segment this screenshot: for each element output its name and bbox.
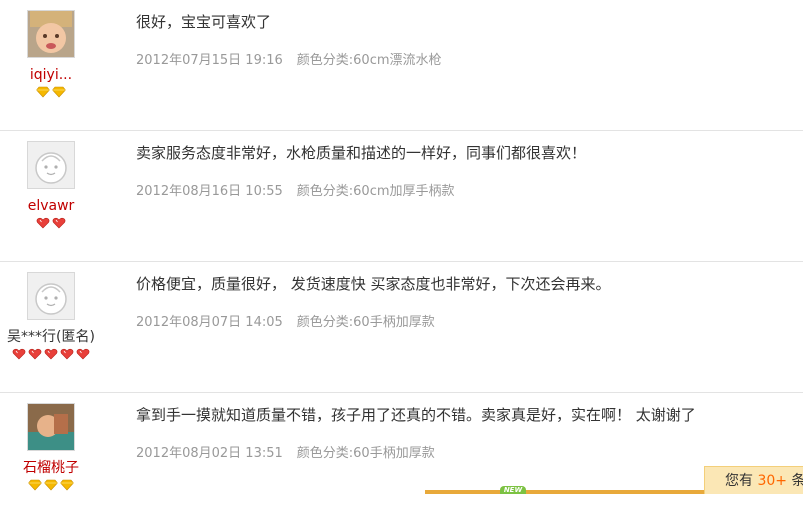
gold-diamond-icon [60,479,74,491]
child-photo-avatar[interactable] [27,403,75,451]
review-sku: 颜色分类:60cm漂流水枪 [296,53,442,68]
new-reviews-prefix: 您有 [725,473,753,489]
gold-diamond-icon [36,86,50,98]
new-reviews-count: 30+ [757,473,787,489]
review-date: 2012年08月07日 14:05 [136,315,283,330]
review-text: 价格便宜，质量很好， 发货速度快 买家态度也非常好，下次还会再来。 [136,275,611,293]
gold-diamond-icon [52,86,66,98]
red-heart-icon [44,348,58,360]
review-date: 2012年08月16日 10:55 [136,184,283,199]
gold-diamond-icon [28,479,42,491]
review-date: 2012年08月02日 13:51 [136,446,283,461]
review-meta: 2012年08月16日 10:55 颜色分类:60cm加厚手柄款 [136,183,455,201]
credit-rating [0,86,102,100]
red-heart-icon [76,348,90,360]
user-nickname[interactable]: elvawr [0,198,102,214]
default-face-avatar[interactable] [27,141,75,189]
new-badge: NEW [500,486,526,494]
review-user: iqiyi... [0,10,102,100]
user-nickname[interactable]: iqiyi... [0,67,102,83]
review-sku: 颜色分类:60手柄加厚款 [296,315,435,330]
credit-rating [0,348,102,362]
review-text: 拿到手一摸就知道质量不错，孩子用了还真的不错。卖家真是好，实在啊！ 太谢谢了 [136,406,696,424]
review-user: elvawr [0,141,102,231]
review-item: iqiyi... 很好，宝宝可喜欢了 2012年07月15日 19:16 颜色分类:6… [0,0,803,131]
red-heart-icon [28,348,42,360]
review-user: 吴***行(匿名) [0,272,102,362]
new-reviews-suffix: 条新 [791,473,803,489]
review-item: elvawr 卖家服务态度非常好，水枪质量和描述的一样好，同事们都很喜欢！ 2012… [0,131,803,262]
review-sku: 颜色分类:60手柄加厚款 [296,446,435,461]
baby-photo-avatar[interactable] [27,10,75,58]
user-nickname[interactable]: 石榴桃子 [0,460,102,476]
review-sku: 颜色分类:60cm加厚手柄款 [296,184,455,199]
review-meta: 2012年07月15日 19:16 颜色分类:60cm漂流水枪 [136,52,442,70]
gold-diamond-icon [44,479,58,491]
new-reviews-bar[interactable]: 您有 30+ 条新 [704,466,803,494]
red-heart-icon [36,217,50,229]
review-user: 石榴桃子 [0,403,102,493]
default-face-avatar[interactable] [27,272,75,320]
red-heart-icon [52,217,66,229]
review-item: 吴***行(匿名) 价格便宜，质量很好， 发货速度快 买家态度也非常好，下次还会再… [0,262,803,393]
progress-strip [425,490,704,494]
user-nickname[interactable]: 吴***行(匿名) [0,329,102,345]
red-heart-icon [12,348,26,360]
credit-rating [0,217,102,231]
credit-rating [0,479,102,493]
review-meta: 2012年08月07日 14:05 颜色分类:60手柄加厚款 [136,314,435,332]
review-text: 卖家服务态度非常好，水枪质量和描述的一样好，同事们都很喜欢！ [136,144,587,162]
red-heart-icon [60,348,74,360]
review-date: 2012年07月15日 19:16 [136,53,283,68]
review-meta: 2012年08月02日 13:51 颜色分类:60手柄加厚款 [136,445,435,463]
review-text: 很好，宝宝可喜欢了 [136,13,272,31]
review-item: 石榴桃子 拿到手一摸就知道质量不错，孩子用了还真的不错。卖家真是好，实在啊！ 太谢… [0,393,803,523]
